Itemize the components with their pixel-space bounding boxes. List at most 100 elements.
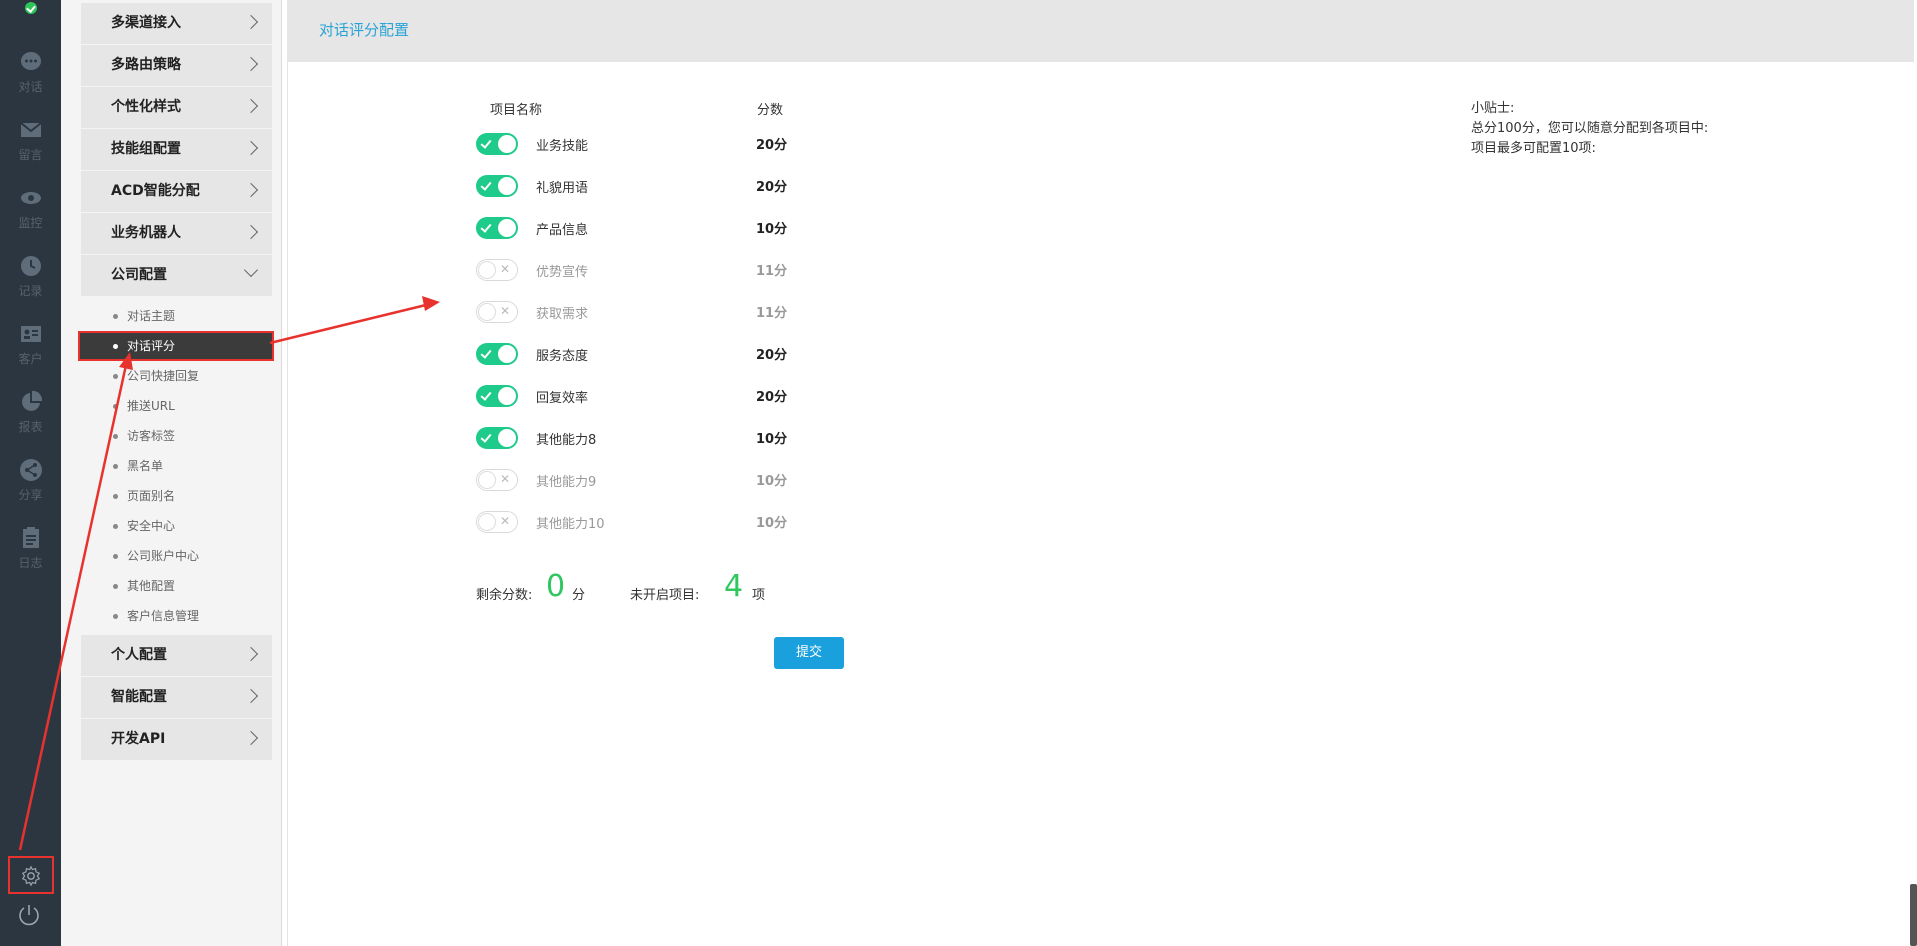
- enable-toggle[interactable]: [476, 175, 518, 197]
- menu-group-skills[interactable]: 技能组配置: [81, 129, 272, 170]
- enable-toggle[interactable]: [476, 343, 518, 365]
- close-icon: ✕: [499, 514, 510, 528]
- logout-button[interactable]: [16, 902, 42, 928]
- tips-panel: 小贴士: 总分100分，您可以随意分配到各项目中: 项目最多可配置10项:: [1471, 99, 1708, 159]
- rail-item-share[interactable]: 分享: [0, 448, 61, 516]
- score-item-name: 业务技能: [536, 139, 589, 154]
- menu-group-label: 智能配置: [111, 689, 167, 705]
- score-item-row: ✕ 其他能力10 10分: [476, 511, 816, 535]
- score-item-value[interactable]: 20分: [756, 344, 787, 363]
- enable-toggle[interactable]: ✕: [476, 511, 518, 533]
- score-item-name: 服务态度: [536, 349, 589, 364]
- submenu-item[interactable]: 公司快捷回复: [81, 361, 272, 391]
- menu-group-label: 多渠道接入: [111, 15, 181, 31]
- menu-group-api[interactable]: 开发API: [81, 719, 272, 760]
- score-item-row: 礼貌用语 20分: [476, 175, 816, 199]
- enable-toggle[interactable]: [476, 133, 518, 155]
- submenu-item[interactable]: 页面别名: [81, 481, 272, 511]
- submenu-item[interactable]: 其他配置: [81, 571, 272, 601]
- menu-group-acd[interactable]: ACD智能分配: [81, 171, 272, 212]
- menu-group-company[interactable]: 公司配置: [81, 255, 272, 296]
- mail-icon: [19, 122, 42, 137]
- score-item-value[interactable]: 20分: [756, 176, 787, 195]
- settings-button[interactable]: [8, 856, 54, 894]
- score-item-value[interactable]: 20分: [756, 386, 787, 405]
- score-item-name: 其他能力10: [536, 517, 605, 532]
- unopened-items-value: 4: [724, 569, 744, 604]
- left-nav-rail: 对话 留言 监控 记录 客户 报表 分享 日志: [0, 0, 61, 946]
- rail-item-records[interactable]: 记录: [0, 244, 61, 312]
- menu-group-style[interactable]: 个性化样式: [81, 87, 272, 128]
- toggle-knob: [498, 219, 516, 237]
- submenu-item[interactable]: 访客标签: [81, 421, 272, 451]
- rail-label: 对话: [18, 80, 43, 94]
- clipboard-icon: [22, 527, 39, 548]
- score-item-name: 获取需求: [536, 307, 589, 322]
- menu-group-label: 开发API: [111, 731, 166, 747]
- enable-toggle[interactable]: ✕: [476, 259, 518, 281]
- column-header-score: 分数: [757, 103, 784, 118]
- submenu-item[interactable]: 公司账户中心: [81, 541, 272, 571]
- score-item-value[interactable]: 10分: [756, 428, 787, 447]
- score-item-row: ✕ 获取需求 11分: [476, 301, 816, 325]
- page-header: 对话评分配置: [287, 0, 1914, 62]
- chevron-right-icon: [243, 98, 259, 114]
- toggle-knob: [478, 471, 496, 489]
- rail-item-monitor[interactable]: 监控: [0, 176, 61, 244]
- score-item-value[interactable]: 11分: [756, 302, 787, 321]
- rail-item-reports[interactable]: 报表: [0, 380, 61, 448]
- column-header-name: 项目名称: [490, 103, 543, 118]
- company-submenu: 对话主题 对话评分 公司快捷回复 推送URL 访客标签 黑名单 页面别名 安全中…: [78, 297, 274, 635]
- enable-toggle[interactable]: ✕: [476, 301, 518, 323]
- submenu-item[interactable]: 对话主题: [81, 301, 272, 331]
- menu-group-label: 技能组配置: [111, 141, 181, 157]
- menu-group-label: 业务机器人: [111, 225, 181, 241]
- check-icon: [480, 347, 492, 359]
- menu-group-label: ACD智能分配: [111, 183, 200, 199]
- score-item-value[interactable]: 10分: [756, 218, 787, 237]
- check-icon: [480, 137, 492, 149]
- remaining-score-value: 0: [546, 569, 566, 604]
- menu-group-label: 个人配置: [111, 647, 167, 663]
- toggle-knob: [498, 177, 516, 195]
- pie-chart-icon: [21, 390, 42, 411]
- submenu-item-active[interactable]: 对话评分: [78, 331, 274, 361]
- rail-label: 日志: [18, 556, 43, 570]
- enable-toggle[interactable]: [476, 385, 518, 407]
- rail-item-chat[interactable]: 对话: [0, 40, 61, 108]
- toggle-knob: [498, 429, 516, 447]
- enable-toggle[interactable]: [476, 217, 518, 239]
- enable-toggle[interactable]: ✕: [476, 469, 518, 491]
- menu-group-routing[interactable]: 多路由策略: [81, 45, 272, 86]
- rail-label: 报表: [18, 420, 43, 434]
- menu-group-label: 个性化样式: [111, 99, 181, 115]
- menu-group-smart[interactable]: 智能配置: [81, 677, 272, 718]
- menu-group-personal[interactable]: 个人配置: [81, 635, 272, 676]
- rail-item-customers[interactable]: 客户: [0, 312, 61, 380]
- score-item-row: 回复效率 20分: [476, 385, 816, 409]
- rail-item-message[interactable]: 留言: [0, 108, 61, 176]
- score-item-value[interactable]: 20分: [756, 134, 787, 153]
- score-item-row: 业务技能 20分: [476, 133, 816, 157]
- enable-toggle[interactable]: [476, 427, 518, 449]
- chevron-down-icon: [243, 262, 259, 278]
- submenu-item[interactable]: 推送URL: [81, 391, 272, 421]
- submenu-item[interactable]: 安全中心: [81, 511, 272, 541]
- close-icon: ✕: [499, 472, 510, 486]
- chevron-right-icon: [243, 140, 259, 156]
- menu-group-robot[interactable]: 业务机器人: [81, 213, 272, 254]
- remaining-score-unit: 分: [572, 588, 586, 603]
- submit-button[interactable]: 提交: [774, 637, 844, 669]
- rail-label: 分享: [18, 488, 43, 502]
- submenu-item[interactable]: 黑名单: [81, 451, 272, 481]
- submenu-item[interactable]: 客户信息管理: [81, 601, 272, 631]
- score-item-value[interactable]: 10分: [756, 470, 787, 489]
- score-item-value[interactable]: 10分: [756, 512, 787, 531]
- scrollbar-thumb[interactable]: [1910, 884, 1917, 946]
- menu-group-multichannel[interactable]: 多渠道接入: [81, 3, 272, 44]
- rail-item-logs[interactable]: 日志: [0, 516, 61, 584]
- score-item-value[interactable]: 11分: [756, 260, 787, 279]
- score-item-name: 优势宣传: [536, 265, 589, 280]
- score-item-name: 其他能力8: [536, 433, 597, 448]
- rail-label: 留言: [18, 148, 43, 162]
